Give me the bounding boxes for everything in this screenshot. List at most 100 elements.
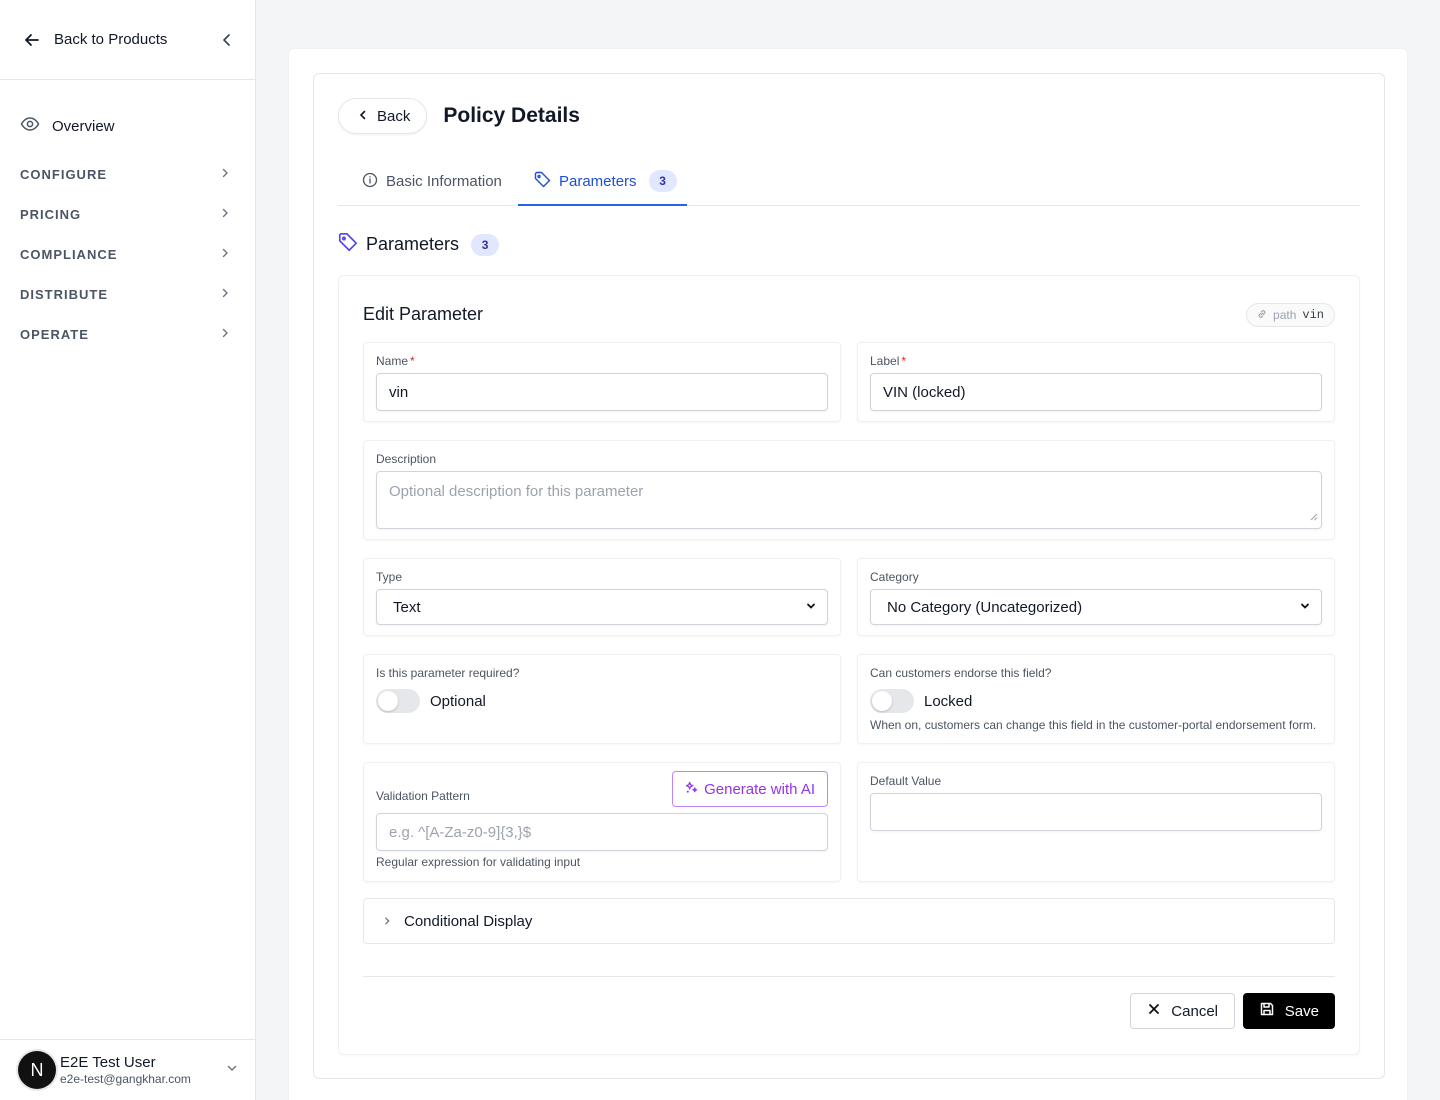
back-to-products-label: Back to Products: [54, 31, 168, 48]
label-input[interactable]: VIN (locked): [870, 373, 1322, 411]
parameters-section-header: Parameters 3: [338, 232, 500, 257]
sidebar-section-label: CONFIGURE: [20, 166, 107, 182]
label-label-text: Label: [870, 354, 900, 368]
sidebar-section-compliance[interactable]: COMPLIANCE: [0, 234, 255, 274]
category-selected-value: No Category (Uncategorized): [887, 598, 1083, 616]
path-badge: path vin: [1246, 303, 1335, 327]
user-info: E2E Test User e2e-test@gangkhar.com: [60, 1054, 225, 1086]
category-field-group: Category No Category (Uncategorized): [857, 558, 1335, 636]
validation-label: Validation Pattern: [376, 789, 470, 803]
tag-icon: [534, 171, 551, 192]
required-label: Is this parameter required?: [376, 666, 520, 680]
default-value-field-group: Default Value: [857, 762, 1335, 882]
back-button-label: Back: [377, 107, 411, 125]
label-field-group: Label * VIN (locked): [857, 342, 1335, 422]
sidebar-header: Back to Products: [0, 0, 255, 80]
type-select[interactable]: Text: [376, 589, 828, 625]
back-to-products-link[interactable]: Back to Products: [22, 30, 219, 50]
cancel-label: Cancel: [1171, 1002, 1218, 1020]
sidebar-section-operate[interactable]: OPERATE: [0, 314, 255, 354]
chevron-down-icon: [225, 1061, 239, 1080]
endorse-field-group: Can customers endorse this field? Locked…: [857, 654, 1335, 744]
save-button[interactable]: Save: [1242, 993, 1335, 1029]
divider: [363, 976, 1335, 977]
sparkles-icon: [685, 781, 698, 798]
sidebar-section-distribute[interactable]: DISTRIBUTE: [0, 274, 255, 314]
label-label: Label *: [870, 354, 906, 368]
chevron-down-icon: [805, 599, 817, 616]
validation-pattern-input[interactable]: e.g. ^[A-Za-z0-9]{3,}$: [376, 813, 828, 851]
path-label: path: [1273, 308, 1297, 322]
page-title: Policy Details: [443, 104, 580, 127]
chevron-right-icon: [219, 167, 231, 182]
edit-parameter-card: Edit Parameter path vin Name * vin Label *…: [338, 275, 1360, 1055]
sidebar-section-label: COMPLIANCE: [20, 246, 118, 262]
sidebar-section-label: OPERATE: [20, 326, 89, 342]
edit-parameter-title: Edit Parameter: [363, 304, 484, 324]
sidebar: Back to Products Overview CONFIGURE PRIC…: [0, 0, 256, 1100]
validation-hint: Regular expression for validating input: [376, 855, 581, 869]
required-toggle-row: Optional: [376, 689, 486, 713]
section-title: Parameters: [366, 234, 460, 254]
chevron-down-icon: [1299, 599, 1311, 616]
sidebar-section-configure[interactable]: CONFIGURE: [0, 154, 255, 194]
endorse-state-label: Locked: [924, 692, 973, 710]
endorse-toggle[interactable]: [870, 689, 914, 713]
cancel-button[interactable]: Cancel: [1130, 993, 1235, 1029]
endorse-label: Can customers endorse this field?: [870, 666, 1052, 680]
name-label-text: Name: [376, 354, 409, 368]
name-input[interactable]: vin: [376, 373, 828, 411]
arrow-left-icon: [22, 30, 42, 50]
path-value: vin: [1302, 308, 1324, 322]
generate-with-ai-label: Generate with AI: [704, 780, 815, 798]
tab-bar: Basic Information Parameters 3: [338, 158, 1360, 206]
conditional-display-toggle[interactable]: Conditional Display: [363, 898, 1335, 944]
tab-basic-information[interactable]: Basic Information: [362, 158, 502, 205]
tab-parameters[interactable]: Parameters 3: [518, 158, 687, 206]
generate-with-ai-button[interactable]: Generate with AI: [672, 771, 828, 807]
tab-label: Basic Information: [386, 173, 502, 190]
info-icon: [362, 172, 378, 192]
required-state-label: Optional: [430, 692, 486, 710]
type-field-group: Type Text: [363, 558, 841, 636]
endorse-hint: When on, customers can change this field…: [870, 718, 1317, 732]
toggle-knob: [872, 691, 892, 711]
description-textarea[interactable]: Optional description for this parameter: [376, 471, 1322, 529]
user-name: E2E Test User: [60, 1053, 156, 1071]
user-email: e2e-test@gangkhar.com: [60, 1071, 191, 1086]
required-field-group: Is this parameter required? Optional: [363, 654, 841, 744]
conditional-display-label: Conditional Display: [404, 912, 533, 930]
type-selected-value: Text: [393, 598, 421, 616]
sidebar-section-pricing[interactable]: PRICING: [0, 194, 255, 234]
resize-handle-icon[interactable]: [1310, 508, 1318, 525]
sidebar-nav: Overview CONFIGURE PRICING COMPLIANCE DI…: [0, 80, 255, 354]
default-value-input[interactable]: [870, 793, 1322, 831]
category-label: Category: [870, 570, 919, 584]
save-icon: [1259, 1001, 1275, 1021]
sidebar-item-label: Overview: [52, 117, 115, 135]
close-icon: [1147, 1002, 1161, 1020]
save-label: Save: [1284, 1002, 1319, 1020]
section-count-badge: 3: [471, 233, 500, 256]
link-icon: [1257, 308, 1267, 322]
tab-label: Parameters: [559, 172, 637, 190]
chevron-right-icon: [219, 327, 231, 342]
policy-details-panel: Back Policy Details Basic Information Pa…: [313, 73, 1385, 1079]
chevron-right-icon: [382, 913, 392, 930]
chevron-right-icon: [219, 207, 231, 222]
eye-icon: [20, 114, 40, 138]
required-marker: *: [410, 354, 415, 368]
user-menu[interactable]: N E2E Test User e2e-test@gangkhar.com: [0, 1039, 255, 1100]
back-button[interactable]: Back: [338, 98, 428, 134]
endorse-toggle-row: Locked: [870, 689, 972, 713]
description-placeholder: Optional description for this parameter: [389, 483, 644, 500]
required-marker: *: [901, 354, 907, 368]
category-select[interactable]: No Category (Uncategorized): [870, 589, 1322, 625]
parameters-count-badge: 3: [648, 170, 677, 192]
required-toggle[interactable]: [376, 689, 420, 713]
collapse-sidebar-icon[interactable]: [219, 32, 235, 48]
name-field-group: Name * vin: [363, 342, 841, 422]
sidebar-item-overview[interactable]: Overview: [0, 106, 255, 146]
description-label: Description: [376, 452, 437, 466]
description-field-group: Description Optional description for thi…: [363, 440, 1335, 540]
